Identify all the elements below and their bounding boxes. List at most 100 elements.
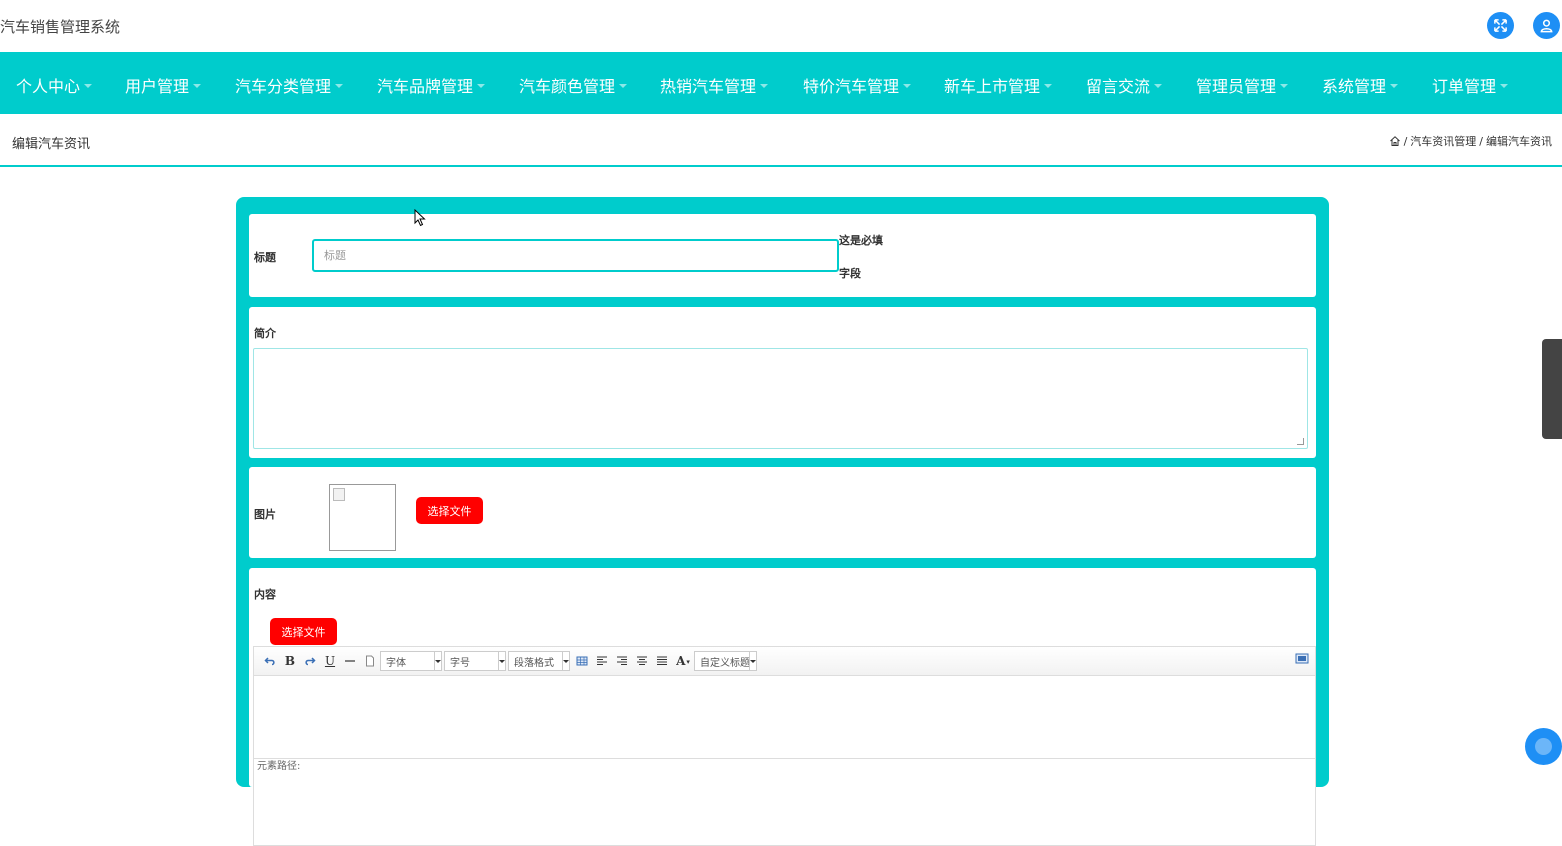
nav-item-label: 管理员管理 xyxy=(1196,77,1277,96)
intro-label: 简介 xyxy=(254,327,276,340)
nav-item-messages[interactable]: 留言交流 xyxy=(1086,73,1163,97)
align-center-icon[interactable] xyxy=(632,651,652,671)
chevron-down-icon xyxy=(562,652,569,670)
chevron-down-icon xyxy=(1390,84,1399,88)
user-icon[interactable] xyxy=(1533,12,1560,39)
chevron-down-icon xyxy=(477,84,486,88)
nav-item-label: 汽车颜色管理 xyxy=(519,77,616,96)
nav-item-label: 留言交流 xyxy=(1086,77,1151,96)
required-hint-line2: 字段 xyxy=(839,267,861,280)
redo-icon[interactable] xyxy=(300,651,320,671)
underline-icon[interactable]: U xyxy=(320,651,340,671)
page-title: 编辑汽车资讯 xyxy=(12,137,91,152)
chevron-down-icon xyxy=(1500,84,1509,88)
nav-item-personal-center[interactable]: 个人中心 xyxy=(16,73,93,97)
image-preview xyxy=(329,484,396,551)
nav-item-label: 汽车品牌管理 xyxy=(377,77,474,96)
breadcrumb-level1[interactable]: 汽车资讯管理 xyxy=(1410,133,1476,149)
required-hint-line1: 这是必填 xyxy=(839,234,883,247)
nav-item-new-cars[interactable]: 新车上市管理 xyxy=(944,73,1053,97)
resize-grip-icon[interactable] xyxy=(1297,438,1304,445)
page-icon[interactable] xyxy=(360,651,380,671)
fullscreen-editor-icon[interactable] xyxy=(1295,652,1309,666)
chevron-down-icon xyxy=(434,652,441,670)
title-label: 标题 xyxy=(254,251,276,264)
chevron-down-icon xyxy=(193,84,202,88)
breadcrumb-sep: / xyxy=(1403,134,1408,148)
chevron-down-icon xyxy=(1154,84,1163,88)
breadcrumb-level2: 编辑汽车资讯 xyxy=(1486,135,1552,148)
font-size-select[interactable]: 字号 xyxy=(444,651,506,671)
intro-textarea[interactable] xyxy=(253,348,1308,449)
side-drawer-tab[interactable] xyxy=(1542,339,1562,439)
custom-heading-value: 自定义标题 xyxy=(700,657,750,669)
chevron-down-icon xyxy=(335,84,344,88)
rich-text-editor: B U 字体 字号 段落格式 A ▾ 自定义标题 元素路径: xyxy=(253,646,1316,846)
nav-item-admins[interactable]: 管理员管理 xyxy=(1196,73,1289,97)
horizontal-rule-icon[interactable] xyxy=(340,651,360,671)
bold-icon[interactable]: B xyxy=(280,651,300,671)
nav-item-system[interactable]: 系统管理 xyxy=(1322,73,1399,97)
nav-item-label: 特价汽车管理 xyxy=(803,77,900,96)
font-family-select[interactable]: 字体 xyxy=(380,651,442,671)
nav-item-label: 热销汽车管理 xyxy=(660,77,757,96)
title-row: 标题 这是必填 字段 xyxy=(249,214,1316,297)
breadcrumb-sep: / xyxy=(1479,134,1483,148)
content-row: 内容 选择文件 B U 字体 字号 段落格式 A ▾ 自定义标题 元素路径: xyxy=(249,568,1316,846)
fullscreen-icon[interactable] xyxy=(1487,12,1514,39)
align-right-icon[interactable] xyxy=(612,651,632,671)
breadcrumb-bar: 编辑汽车资讯 / 汽车资讯管理 / 编辑汽车资讯 xyxy=(0,114,1562,167)
content-choose-file-button[interactable]: 选择文件 xyxy=(270,618,337,645)
nav-item-car-color[interactable]: 汽车颜色管理 xyxy=(519,73,628,97)
broken-image-icon xyxy=(333,488,345,501)
nav-item-orders[interactable]: 订单管理 xyxy=(1432,73,1509,97)
main-nav: 个人中心 用户管理 汽车分类管理 汽车品牌管理 汽车颜色管理 热销汽车管理 特价… xyxy=(0,52,1562,114)
app-title: 汽车销售管理系统 xyxy=(0,18,121,36)
nav-item-special-cars[interactable]: 特价汽车管理 xyxy=(803,73,912,97)
chevron-down-icon xyxy=(1044,84,1053,88)
title-input[interactable] xyxy=(312,239,839,272)
home-icon[interactable] xyxy=(1389,135,1401,147)
nav-item-users[interactable]: 用户管理 xyxy=(125,73,202,97)
chevron-down-icon xyxy=(84,84,93,88)
editor-toolbar: B U 字体 字号 段落格式 A ▾ 自定义标题 xyxy=(254,647,1315,676)
nav-item-label: 个人中心 xyxy=(16,77,81,96)
nav-item-label: 汽车分类管理 xyxy=(235,77,332,96)
paragraph-format-value: 段落格式 xyxy=(514,657,554,669)
paragraph-format-select[interactable]: 段落格式 xyxy=(508,651,570,671)
content-label: 内容 xyxy=(254,588,276,601)
nav-item-label: 用户管理 xyxy=(125,77,190,96)
edit-form: 标题 这是必填 字段 简介 图片 选择文件 内容 选择文件 B xyxy=(236,197,1329,846)
floating-chat-button[interactable] xyxy=(1525,728,1562,765)
undo-icon[interactable] xyxy=(260,651,280,671)
image-choose-file-button[interactable]: 选择文件 xyxy=(416,497,483,524)
chevron-down-icon xyxy=(1280,84,1289,88)
nav-item-car-category[interactable]: 汽车分类管理 xyxy=(235,73,344,97)
breadcrumb: / 汽车资讯管理 / 编辑汽车资讯 xyxy=(1389,133,1552,149)
image-row: 图片 选择文件 xyxy=(249,467,1316,558)
nav-item-label: 系统管理 xyxy=(1322,77,1387,96)
nav-item-car-brand[interactable]: 汽车品牌管理 xyxy=(377,73,486,97)
top-header: 汽车销售管理系统 xyxy=(0,0,1562,52)
nav-item-hot-cars[interactable]: 热销汽车管理 xyxy=(660,73,769,97)
intro-row: 简介 xyxy=(249,307,1316,458)
chevron-down-icon xyxy=(498,652,505,670)
nav-item-label: 订单管理 xyxy=(1432,77,1497,96)
chevron-down-icon xyxy=(903,84,912,88)
mouse-cursor-icon xyxy=(414,209,426,227)
nav-item-label: 新车上市管理 xyxy=(944,77,1041,96)
align-justify-icon[interactable] xyxy=(652,651,672,671)
editor-content-area[interactable] xyxy=(254,676,1315,758)
chat-icon xyxy=(1535,738,1552,755)
font-size-value: 字号 xyxy=(450,657,470,669)
font-color-label: A xyxy=(676,654,686,668)
align-left-icon[interactable] xyxy=(592,651,612,671)
font-family-value: 字体 xyxy=(386,657,406,669)
custom-heading-select[interactable]: 自定义标题 xyxy=(694,651,757,671)
image-label: 图片 xyxy=(254,508,276,521)
chevron-down-icon xyxy=(619,84,628,88)
font-color-icon[interactable]: A ▾ xyxy=(672,651,694,671)
table-icon[interactable] xyxy=(572,651,592,671)
chevron-down-icon xyxy=(749,652,756,670)
chevron-down-icon xyxy=(760,84,769,88)
